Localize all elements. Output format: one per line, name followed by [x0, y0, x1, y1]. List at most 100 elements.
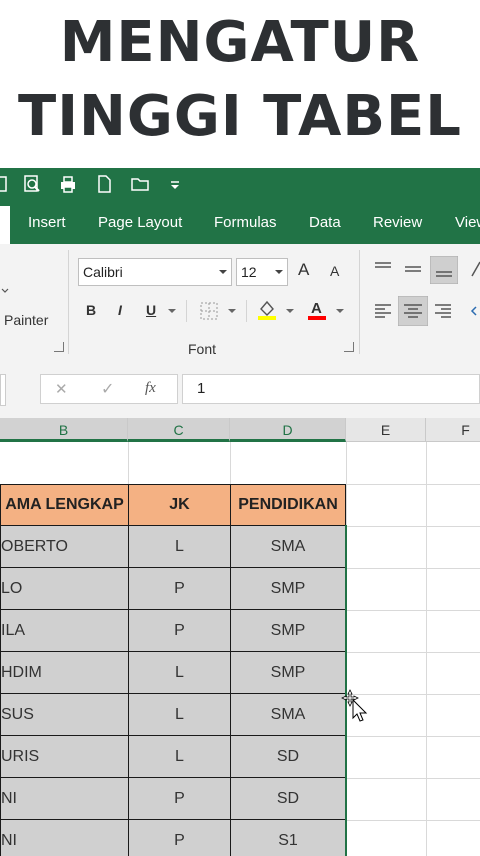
table-cell[interactable]: L: [128, 735, 231, 778]
worksheet-grid[interactable]: B C D E F AMA LENGKAP JK PENDIDIKAN OBER…: [0, 418, 480, 856]
table-cell[interactable]: SUS: [0, 693, 129, 736]
table-cell[interactable]: S1: [230, 819, 346, 856]
table-cell[interactable]: OBERTO: [0, 525, 129, 568]
table-cell[interactable]: P: [128, 567, 231, 610]
table-cell[interactable]: SMA: [230, 525, 346, 568]
chevron-down-icon[interactable]: [228, 307, 236, 315]
decrease-indent-icon[interactable]: [466, 300, 480, 322]
table-cell[interactable]: SMP: [230, 567, 346, 610]
chevron-down-icon[interactable]: [168, 307, 176, 315]
font-name-value: Calibri: [83, 264, 123, 280]
formula-input[interactable]: 1: [182, 374, 480, 404]
formula-buttons: ✕ ✓ fx: [40, 374, 178, 404]
gridline: [426, 442, 427, 856]
table-cell[interactable]: P: [128, 819, 231, 856]
table-cell[interactable]: SMA: [230, 693, 346, 736]
grow-font-button[interactable]: A: [298, 260, 309, 280]
align-right-icon[interactable]: [432, 300, 454, 322]
shrink-font-button[interactable]: A: [330, 263, 339, 279]
ribbon-separator: [68, 250, 69, 354]
customize-qat-icon[interactable]: [168, 174, 182, 194]
tab-page-layout[interactable]: Page Layout: [98, 214, 182, 231]
align-center-icon[interactable]: [398, 296, 428, 326]
table-cell[interactable]: SD: [230, 735, 346, 778]
tab-formulas[interactable]: Formulas: [214, 214, 277, 231]
quick-print-icon[interactable]: [58, 174, 78, 194]
table-cell[interactable]: L: [128, 651, 231, 694]
align-left-icon[interactable]: [372, 300, 394, 322]
middle-align-icon[interactable]: [402, 258, 424, 280]
table-cell[interactable]: L: [128, 525, 231, 568]
table-cell[interactable]: LO: [0, 567, 129, 610]
svg-text:A: A: [311, 300, 322, 317]
column-header-f[interactable]: F: [426, 418, 480, 442]
format-painter-button[interactable]: Painter: [4, 312, 48, 328]
gridline: [346, 610, 480, 611]
print-preview-icon[interactable]: [22, 174, 42, 194]
open-folder-icon[interactable]: [130, 174, 150, 194]
save-icon[interactable]: [0, 174, 20, 194]
quick-access-toolbar: [0, 168, 480, 202]
ribbon-separator: [359, 250, 360, 354]
gridline: [346, 442, 347, 856]
table-cell[interactable]: L: [128, 693, 231, 736]
video-title-line2: TINGGI TABEL: [18, 84, 462, 149]
new-document-icon[interactable]: [94, 174, 114, 194]
table-cell[interactable]: ILA: [0, 609, 129, 652]
table-header-pendidikan[interactable]: PENDIDIKAN: [230, 484, 346, 526]
gridline: [346, 778, 480, 779]
ribbon-tabs: Insert Page Layout Formulas Data Review …: [0, 202, 480, 244]
tab-review[interactable]: Review: [373, 214, 422, 231]
gridline: [346, 568, 480, 569]
borders-icon[interactable]: [198, 300, 220, 322]
table-cell[interactable]: SMP: [230, 609, 346, 652]
table-cell[interactable]: URIS: [0, 735, 129, 778]
bottom-align-icon[interactable]: [430, 256, 458, 284]
cancel-button[interactable]: ✕: [55, 380, 68, 398]
table-cell[interactable]: NI: [0, 819, 129, 856]
fill-color-icon[interactable]: [256, 298, 278, 320]
chevron-down-icon[interactable]: [0, 286, 10, 296]
table-cell[interactable]: SD: [230, 777, 346, 820]
column-header-d[interactable]: D: [230, 418, 346, 442]
tab-home[interactable]: [0, 206, 10, 244]
font-launcher-icon[interactable]: [344, 342, 354, 352]
italic-button[interactable]: I: [118, 302, 122, 318]
table-header-nama[interactable]: AMA LENGKAP: [0, 484, 129, 526]
table-cell[interactable]: P: [128, 777, 231, 820]
font-group-label: Font: [188, 341, 217, 357]
font-name-box[interactable]: Calibri: [78, 258, 232, 286]
tab-insert[interactable]: Insert: [28, 214, 66, 231]
top-align-icon[interactable]: [372, 258, 394, 280]
column-header-c[interactable]: C: [128, 418, 230, 442]
gridline: [346, 820, 480, 821]
chevron-down-icon[interactable]: [286, 307, 294, 315]
chevron-down-icon[interactable]: [336, 307, 344, 315]
underline-button[interactable]: U: [146, 302, 156, 318]
table-cell[interactable]: P: [128, 609, 231, 652]
insert-function-button[interactable]: fx: [145, 380, 156, 397]
table-cell[interactable]: NI: [0, 777, 129, 820]
ribbon-home: Painter Calibri 12 A A B I U A Font: [0, 244, 480, 361]
clipboard-launcher-icon[interactable]: [54, 342, 64, 352]
chevron-down-icon: [275, 270, 283, 274]
chevron-down-icon: [219, 270, 227, 274]
gridline: [346, 736, 480, 737]
tab-view[interactable]: View: [455, 214, 480, 231]
table-cell[interactable]: SMP: [230, 651, 346, 694]
table-header-jk[interactable]: JK: [128, 484, 231, 526]
orientation-icon[interactable]: [466, 258, 480, 280]
ribbon-separator: [246, 300, 247, 322]
formula-bar: ✕ ✓ fx 1: [0, 360, 480, 418]
bold-button[interactable]: B: [86, 302, 96, 318]
enter-button[interactable]: ✓: [101, 379, 114, 399]
font-size-box[interactable]: 12: [236, 258, 288, 286]
column-header-b[interactable]: B: [0, 418, 128, 442]
font-color-icon[interactable]: A: [306, 298, 328, 320]
table-cell[interactable]: HDIM: [0, 651, 129, 694]
gridline: [346, 652, 480, 653]
gridline: [346, 526, 480, 527]
name-box[interactable]: [0, 374, 6, 406]
tab-data[interactable]: Data: [309, 214, 341, 231]
column-header-e[interactable]: E: [346, 418, 426, 442]
